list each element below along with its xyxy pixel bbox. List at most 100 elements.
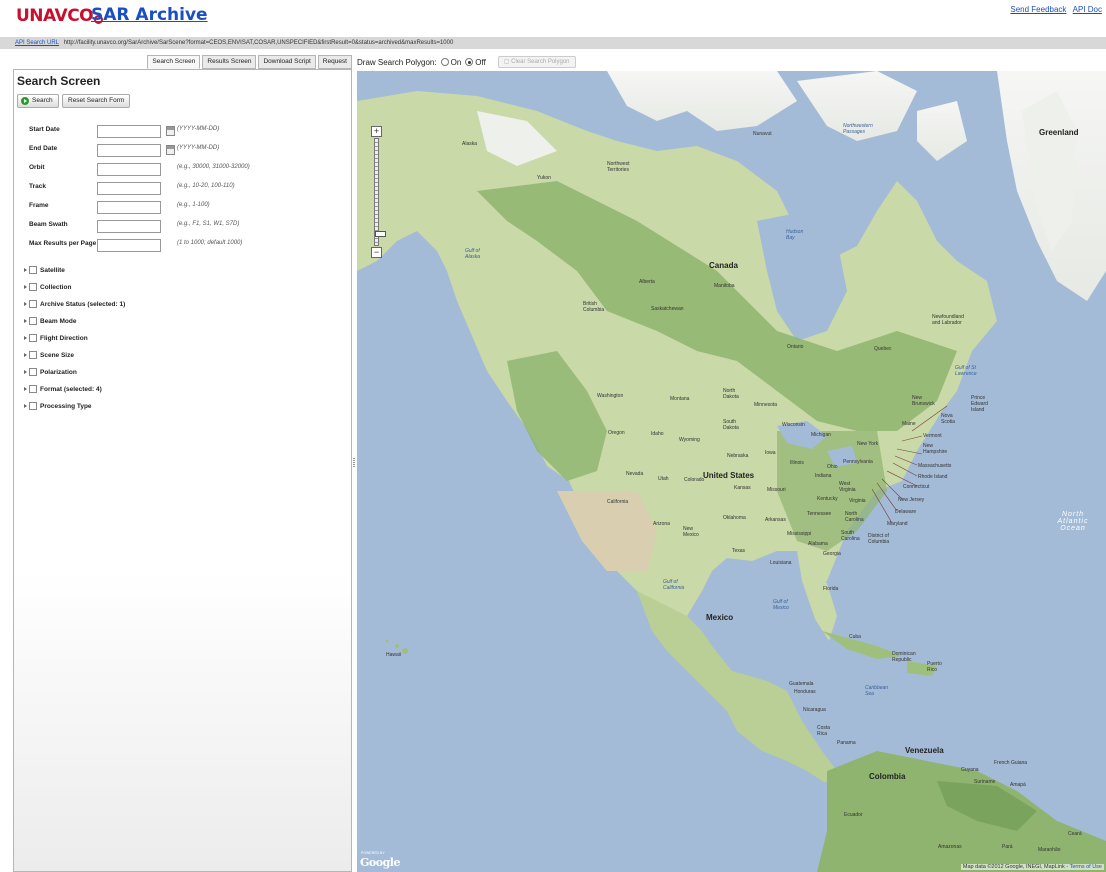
map-label-west-virginia: West Virginia xyxy=(839,481,856,493)
map-label-tennessee: Tennessee xyxy=(807,511,832,517)
map-label-south-carolina: South Carolina xyxy=(841,530,860,542)
draw-polygon-label: Draw Search Polygon: xyxy=(357,57,437,67)
section-polarization[interactable]: Polarization xyxy=(24,366,77,378)
map-label-virginia: Virginia xyxy=(849,498,866,504)
map-label-quebec: Quebec xyxy=(874,346,892,352)
map-label-newfoundland: Newfoundland and Labrador xyxy=(932,314,964,326)
expand-arrow-icon xyxy=(24,285,27,289)
map-label-bc: British Columbia xyxy=(583,301,605,313)
tab-search-screen[interactable]: Search Screen xyxy=(147,55,201,69)
tab-results-screen[interactable]: Results Screen xyxy=(202,55,257,69)
start-date-input[interactable] xyxy=(97,125,161,138)
map-label-yukon: Yukon xyxy=(537,175,551,181)
max-results-label: Max Results per Page xyxy=(29,240,97,247)
map-label-ceara: Ceará xyxy=(1068,831,1082,837)
map-label-ecuador: Ecuador xyxy=(844,812,863,818)
end-date-row: End Date (YYYY-MM-DD) xyxy=(29,144,349,158)
map-label-oregon: Oregon xyxy=(608,430,625,436)
map-label-iowa: Iowa xyxy=(765,450,776,456)
section-scene-size[interactable]: Scene Size xyxy=(24,349,74,361)
polygon-off-radio[interactable] xyxy=(465,58,474,66)
app-title-link[interactable]: SAR Archive xyxy=(91,5,208,25)
map-label-north-dakota: North Dakota xyxy=(723,388,739,400)
search-panel: Search Screen Results Screen Download Sc… xyxy=(13,55,352,872)
api-search-url-link[interactable]: API Search URL xyxy=(15,40,59,46)
expand-arrow-icon xyxy=(24,404,27,408)
section-checkbox[interactable] xyxy=(29,266,37,274)
section-checkbox[interactable] xyxy=(29,402,37,410)
map-label-new-jersey: New Jersey xyxy=(898,497,925,503)
panel-splitter-handle[interactable] xyxy=(353,458,355,468)
section-checkbox[interactable] xyxy=(29,334,37,342)
map-label-missouri: Missouri xyxy=(767,487,786,493)
section-beam-mode[interactable]: Beam Mode xyxy=(24,315,76,327)
section-satellite[interactable]: Satellite xyxy=(24,264,65,276)
zoom-control: + − xyxy=(371,126,386,258)
map-label-amazonas: Amazonas xyxy=(938,844,962,850)
calendar-icon[interactable] xyxy=(166,145,175,155)
map-label-utah: Utah xyxy=(658,476,669,482)
orbit-hint: (e.g., 30000, 31000-32000) xyxy=(177,164,250,170)
reset-search-form-button[interactable]: Reset Search Form xyxy=(62,94,131,108)
map-label-gulf-of-st-lawrence: Gulf of St Lawrence xyxy=(955,365,977,377)
track-input[interactable] xyxy=(97,182,161,195)
map-label-hawaii: Hawaii xyxy=(386,652,402,658)
map-view[interactable]: + − Canada United States Mexico Greenlan… xyxy=(357,71,1106,872)
track-label: Track xyxy=(29,183,46,190)
map-attribution: Map data ©2012 Google, INEGI, MapLink - … xyxy=(960,864,1104,870)
expand-arrow-icon xyxy=(24,336,27,340)
send-feedback-link[interactable]: Send Feedback xyxy=(1010,5,1066,14)
powered-by-text: POWERED BY xyxy=(361,851,385,855)
polygon-on-label: On xyxy=(450,57,462,67)
section-flight-direction[interactable]: Flight Direction xyxy=(24,332,88,344)
map-label-michigan: Michigan xyxy=(811,432,832,438)
expand-arrow-icon xyxy=(24,353,27,357)
calendar-icon[interactable] xyxy=(166,126,175,136)
polygon-off-label: Off xyxy=(475,57,486,67)
map-label-para: Pará xyxy=(1002,844,1013,850)
zoom-slider-track[interactable] xyxy=(374,138,386,246)
search-button[interactable]: Search xyxy=(17,94,59,108)
zoom-slider-handle[interactable] xyxy=(375,231,386,237)
beam-swath-input[interactable] xyxy=(97,220,161,233)
section-processing-type[interactable]: Processing Type xyxy=(24,400,92,412)
max-results-input[interactable] xyxy=(97,239,161,252)
section-checkbox[interactable] xyxy=(29,317,37,325)
section-collection[interactable]: Collection xyxy=(24,281,71,293)
start-date-hint: (YYYY-MM-DD) xyxy=(177,126,220,132)
start-date-label: Start Date xyxy=(29,126,60,133)
beam-swath-label: Beam Swath xyxy=(29,221,68,228)
section-checkbox[interactable] xyxy=(29,300,37,308)
map-label-french-guiana: French Guiana xyxy=(994,760,1028,766)
map-label-suriname: Suriname xyxy=(974,779,996,785)
map-label-rhode-island: Rhode Island xyxy=(918,474,948,480)
clear-search-polygon-button[interactable]: ▢ Clear Search Polygon xyxy=(497,56,576,68)
section-checkbox[interactable] xyxy=(29,351,37,359)
orbit-input[interactable] xyxy=(97,163,161,176)
section-archive-status[interactable]: Archive Status (selected: 1) xyxy=(24,298,125,310)
zoom-out-button[interactable]: − xyxy=(371,247,382,258)
map-label-amapa: Amapá xyxy=(1010,782,1026,788)
section-checkbox[interactable] xyxy=(29,368,37,376)
beam-swath-hint: (e.g., F1, S1, W1, S7D) xyxy=(177,221,240,227)
map-label-wisconsin: Wisconsin xyxy=(782,422,805,428)
api-doc-link[interactable]: API Doc xyxy=(1073,5,1102,14)
map-label-massachusetts: Massachusetts xyxy=(918,463,952,469)
zoom-in-button[interactable]: + xyxy=(371,126,382,137)
end-date-input[interactable] xyxy=(97,144,161,157)
map-label-new-hampshire: New Hampshire xyxy=(923,443,948,455)
frame-input[interactable] xyxy=(97,201,161,214)
map-label-guatemala: Guatemala xyxy=(789,681,814,687)
map-label-wyoming: Wyoming xyxy=(679,437,700,443)
tab-request[interactable]: Request xyxy=(317,55,352,69)
google-logo[interactable]: Google xyxy=(360,856,400,869)
section-checkbox[interactable] xyxy=(29,385,37,393)
section-checkbox[interactable] xyxy=(29,283,37,291)
tab-download-script[interactable]: Download Script xyxy=(258,55,316,69)
expand-arrow-icon xyxy=(24,268,27,272)
terms-of-use-link[interactable]: Terms of Use xyxy=(1070,864,1102,870)
section-format[interactable]: Format (selected: 4) xyxy=(24,383,102,395)
frame-label: Frame xyxy=(29,202,49,209)
polygon-on-radio[interactable] xyxy=(440,58,449,66)
map-label-mexico: Mexico xyxy=(706,613,734,622)
